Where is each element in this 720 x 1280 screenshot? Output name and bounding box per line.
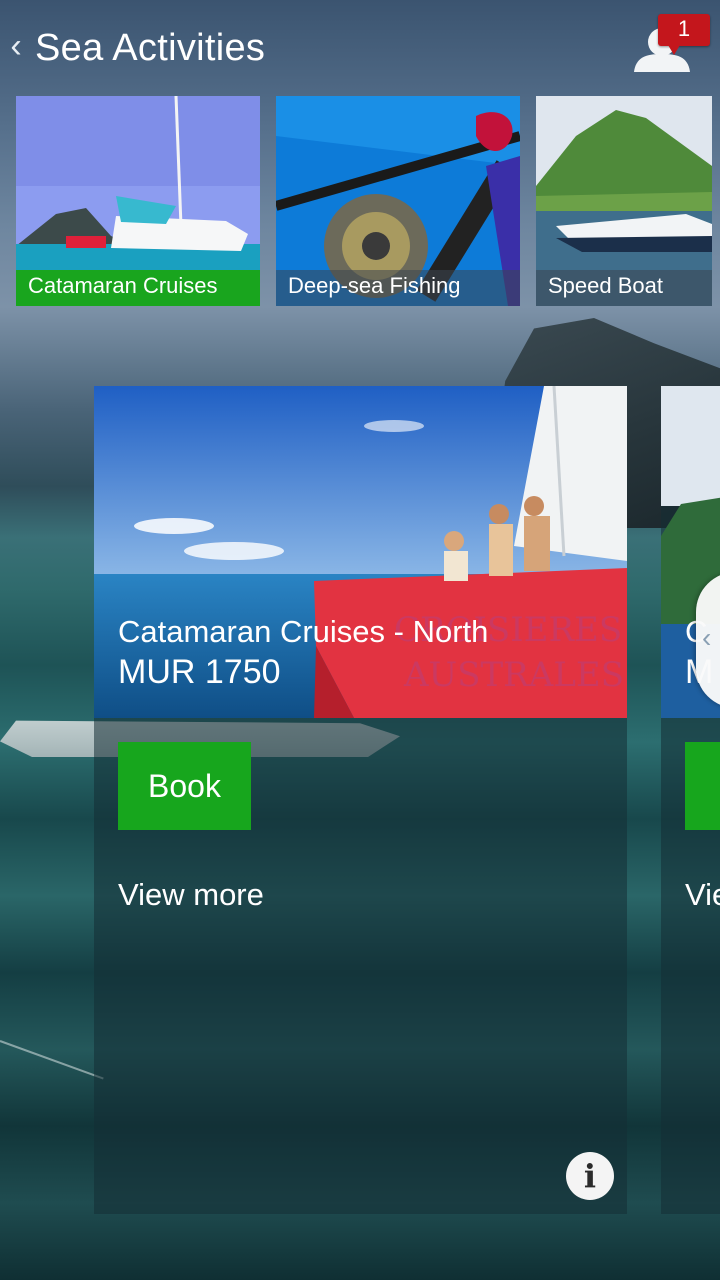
background-rope bbox=[0, 1040, 104, 1080]
category-label: Speed Boat bbox=[536, 270, 712, 306]
view-more-link-next[interactable]: Vie bbox=[685, 876, 720, 914]
view-more-link[interactable]: View more bbox=[118, 876, 264, 914]
activity-card-next[interactable]: C M Vie bbox=[661, 386, 720, 1214]
book-button-next[interactable] bbox=[685, 742, 720, 830]
chevron-left-icon: ‹ bbox=[702, 622, 712, 653]
back-chevron-icon[interactable]: ‹ bbox=[8, 28, 24, 64]
notification-badge[interactable]: 1 bbox=[658, 14, 710, 55]
app-header: ‹ Sea Activities 1 bbox=[0, 0, 720, 96]
activity-price: MUR 1750 bbox=[118, 653, 281, 691]
category-label: Catamaran Cruises bbox=[16, 270, 260, 306]
activity-card[interactable]: CROISIERES AUSTRALES Catamaran Cruises -… bbox=[94, 386, 627, 1214]
svg-text:AUSTRALES: AUSTRALES bbox=[403, 655, 624, 695]
category-tile-deep-sea-fishing[interactable]: Deep-sea Fishing bbox=[276, 96, 520, 306]
category-tile-catamaran[interactable]: Catamaran Cruises bbox=[16, 96, 260, 306]
category-label: Deep-sea Fishing bbox=[276, 270, 520, 306]
info-icon[interactable]: i bbox=[566, 1152, 614, 1200]
book-button[interactable]: Book bbox=[118, 742, 251, 830]
page-title: Sea Activities bbox=[35, 27, 266, 69]
activity-title: Catamaran Cruises - North bbox=[118, 614, 489, 649]
category-tile-speed-boat[interactable]: Speed Boat bbox=[536, 96, 712, 306]
